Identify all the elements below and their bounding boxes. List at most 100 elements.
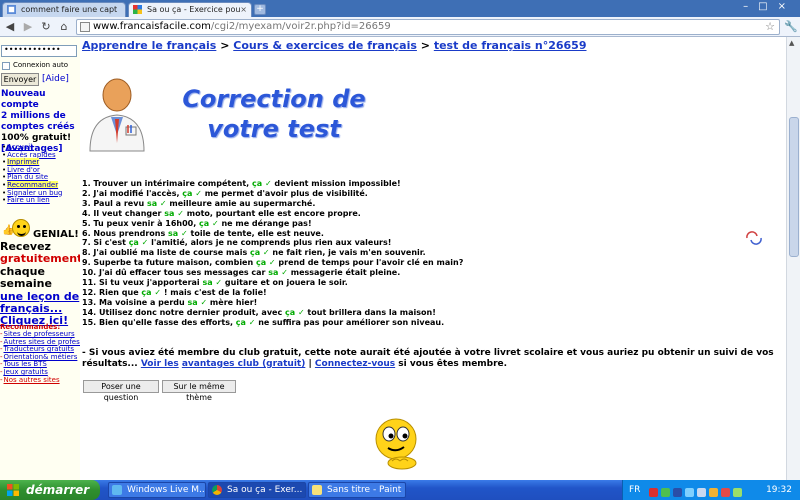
answer-text-after: moto, pourtant elle est encore propre. bbox=[183, 208, 361, 218]
windows-logo-icon bbox=[7, 484, 19, 496]
answer-word: ça bbox=[235, 317, 246, 327]
answer-text-after: toile de tente, elle est neuve. bbox=[187, 228, 324, 238]
answer-row: 7. Si c'est ça ✓ l'amitié, alors je ne c… bbox=[82, 238, 552, 248]
answer-number: 1. bbox=[82, 179, 91, 188]
answer-number: 8. bbox=[82, 248, 91, 258]
answer-number: 15. bbox=[82, 317, 97, 327]
answer-text-after: ne fait rien, je vais m'en souvenir. bbox=[269, 248, 426, 258]
answer-number: 4. bbox=[82, 208, 91, 218]
browser-tab-bar: comment faire une capt Sa ou ça - Exerci… bbox=[0, 0, 800, 17]
answer-text-before: Si tu veux j'apporterai bbox=[98, 278, 203, 288]
answer-number: 11. bbox=[82, 278, 97, 288]
breadcrumb-test[interactable]: test de français n°26659 bbox=[434, 39, 587, 52]
answer-text-before: Trouver un intérimaire compétent, bbox=[93, 179, 252, 188]
title-line: Correction de bbox=[182, 85, 366, 113]
answer-word: sa bbox=[168, 228, 179, 238]
answer-text-before: Si c'est bbox=[93, 238, 129, 248]
breadcrumb-separator: > bbox=[416, 39, 434, 52]
clock: 19:32 bbox=[766, 485, 792, 495]
francaisfacile-icon bbox=[133, 5, 142, 14]
breadcrumb-courses[interactable]: Cours & exercices de français bbox=[233, 39, 417, 52]
page-scrollbar[interactable]: ▲ bbox=[786, 37, 800, 480]
bookmark-star-icon[interactable]: ☆ bbox=[765, 20, 775, 34]
address-bar[interactable]: www.francaisfacile.com/cgi2/myexam/voir2… bbox=[76, 19, 780, 35]
breadcrumb-learn-french[interactable]: Apprendre le français bbox=[82, 39, 216, 52]
shield-icon[interactable] bbox=[721, 488, 730, 497]
maximize-icon[interactable]: □ bbox=[758, 1, 777, 12]
ati-icon[interactable] bbox=[649, 488, 658, 497]
start-label: démarrer bbox=[26, 483, 90, 497]
password-field[interactable]: •••••••••••• bbox=[1, 45, 77, 57]
answer-text-after: ne me dérange pas! bbox=[218, 218, 312, 228]
back-arrow-icon[interactable]: ◀ bbox=[4, 20, 16, 33]
wrench-menu-icon[interactable]: 🔧 bbox=[784, 20, 798, 33]
help-link[interactable]: [Aide] bbox=[42, 74, 69, 84]
checkmark-icon: ✓ bbox=[262, 248, 270, 258]
login-link[interactable]: Connectez-vous bbox=[315, 359, 395, 369]
answer-text-after: meilleure amie au supermarché. bbox=[166, 198, 316, 208]
answer-word: ça bbox=[128, 238, 139, 248]
answer-row: 12. Rien que ça ✓ ! mais c'est de la fol… bbox=[82, 288, 552, 298]
answer-text-before: Ma voisine a perdu bbox=[98, 297, 188, 307]
antivirus-icon[interactable] bbox=[673, 488, 682, 497]
language-indicator[interactable]: FR bbox=[629, 480, 640, 500]
browser-tab-exercise[interactable]: Sa ou ça - Exercice pou × bbox=[128, 2, 252, 17]
chrome-icon bbox=[212, 485, 222, 495]
answer-number: 10. bbox=[82, 268, 97, 278]
network-icon[interactable] bbox=[661, 488, 670, 497]
answer-text-after: me permet d'avoir plus de visibilité. bbox=[201, 188, 368, 198]
lesson-link[interactable]: une leçon de français... bbox=[0, 290, 80, 316]
promo-line[interactable]: 2 millions de bbox=[1, 111, 80, 122]
answer-text-after: guitare et on jouera le soir. bbox=[222, 278, 348, 288]
update-icon[interactable] bbox=[709, 488, 718, 497]
send-button[interactable]: Envoyer bbox=[1, 73, 39, 86]
new-tab-button[interactable]: + bbox=[254, 4, 266, 15]
answer-row: 15. Bien qu'elle fasse des efforts, ça ✓… bbox=[82, 318, 552, 328]
sidebar-item-faire-lien[interactable]: Faire un lien bbox=[2, 196, 78, 205]
close-window-icon[interactable]: × bbox=[778, 1, 796, 12]
answer-row: 8. J'ai oublié ma liste de course mais ç… bbox=[82, 248, 552, 258]
battery-icon[interactable] bbox=[733, 488, 742, 497]
answer-number: 9. bbox=[82, 258, 91, 268]
answer-word: sa bbox=[164, 208, 175, 218]
messenger-tray-icon[interactable] bbox=[685, 488, 694, 497]
promo-line[interactable]: comptes créés bbox=[1, 122, 80, 133]
reload-icon[interactable]: ↻ bbox=[40, 20, 52, 33]
answer-word: ça bbox=[199, 218, 210, 228]
minimize-icon[interactable]: – bbox=[743, 1, 758, 12]
taskbar-item-paint[interactable]: Sans titre - Paint bbox=[308, 482, 406, 498]
home-icon[interactable]: ⌂ bbox=[58, 20, 70, 33]
answer-text-before: Utilisez donc notre dernier produit, ave… bbox=[98, 307, 285, 317]
checkmark-icon: ✓ bbox=[297, 307, 305, 317]
pitch-line: chaque semaine bbox=[0, 264, 52, 291]
taskbar-item-windows-live[interactable]: Windows Live M... bbox=[108, 482, 206, 498]
system-tray: FR 19:32 bbox=[622, 480, 800, 500]
answer-text-before: J'ai oublié ma liste de course mais bbox=[93, 248, 250, 258]
close-tab-icon[interactable]: × bbox=[240, 3, 247, 16]
checkmark-icon: ✓ bbox=[159, 198, 167, 208]
same-theme-button[interactable]: Sur le même thème bbox=[162, 380, 236, 402]
browser-tab-capture[interactable]: comment faire une capt bbox=[2, 2, 126, 17]
advantages-club-link-2[interactable]: avantages club (gratuit) bbox=[182, 359, 306, 369]
promo-line[interactable]: Nouveau compte bbox=[1, 89, 80, 111]
window-controls[interactable]: –□× bbox=[743, 1, 796, 12]
advantages-club-link[interactable]: Voir les bbox=[141, 359, 179, 369]
left-sidebar: •••••••••••• Connexion auto Envoyer [Aid… bbox=[0, 37, 80, 480]
task-label: Windows Live M... bbox=[127, 485, 206, 495]
start-button[interactable]: démarrer bbox=[0, 480, 100, 500]
scroll-thumb[interactable] bbox=[789, 117, 799, 257]
answer-row: 9. Superbe ta future maison, combien ça … bbox=[82, 258, 552, 268]
page-icon bbox=[7, 5, 16, 14]
answer-text-before: Tu peux venir à 16h00, bbox=[93, 218, 200, 228]
taskbar-item-chrome[interactable]: Sa ou ça - Exer... bbox=[208, 482, 306, 498]
ask-question-button[interactable]: Poser une question bbox=[83, 380, 159, 402]
scroll-up-icon[interactable]: ▲ bbox=[789, 39, 794, 47]
rec-link[interactable]: Nos autres sites bbox=[0, 376, 80, 385]
answer-row: 14. Utilisez donc notre dernier produit,… bbox=[82, 308, 552, 318]
forward-arrow-icon[interactable]: ▶ bbox=[22, 20, 34, 33]
volume-icon[interactable] bbox=[697, 488, 706, 497]
task-label: Sans titre - Paint bbox=[327, 485, 402, 495]
remember-checkbox[interactable] bbox=[2, 62, 10, 70]
answer-word: sa bbox=[268, 268, 279, 278]
smiley-icon bbox=[12, 219, 30, 237]
